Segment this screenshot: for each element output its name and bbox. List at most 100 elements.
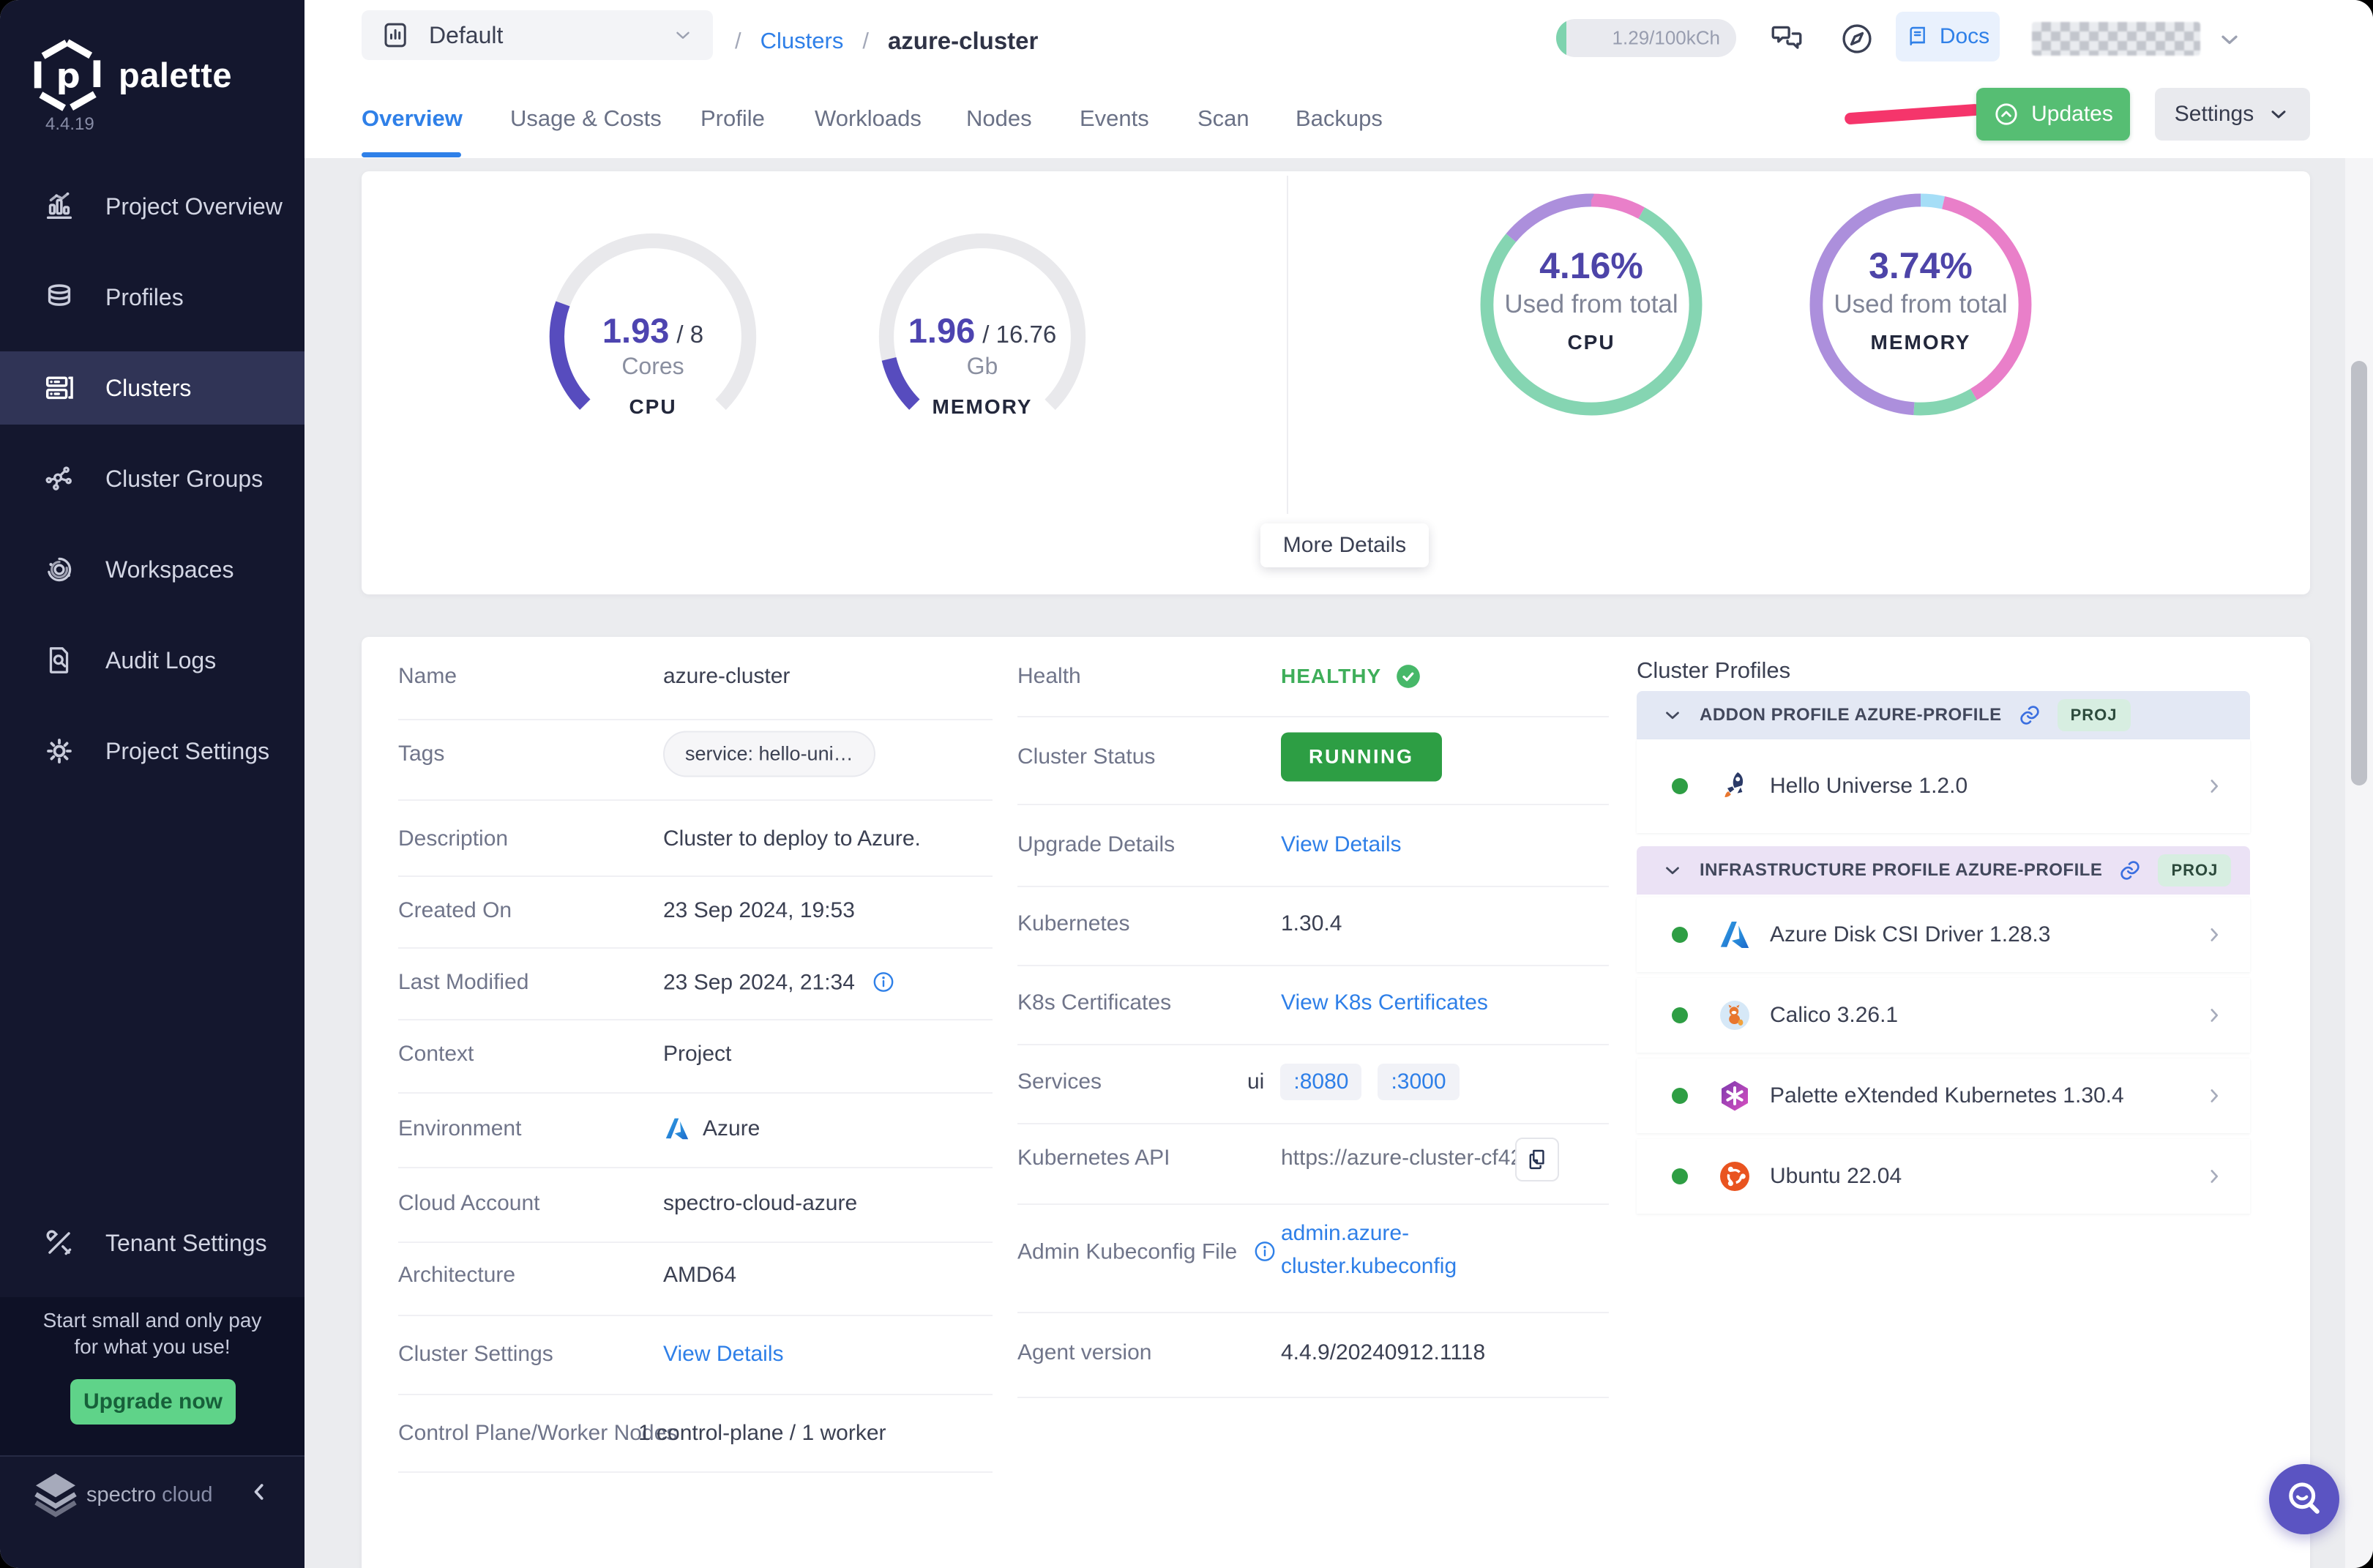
link-icon[interactable] [2018,703,2041,727]
service-port-link[interactable]: :3000 [1378,1064,1459,1100]
sidebar-item-cluster-groups[interactable]: Cluster Groups [0,442,304,515]
layers-icon [42,280,76,314]
tab-workloads[interactable]: Workloads [815,105,922,132]
tag-chip[interactable]: service: hello-uni… [663,731,875,777]
divider [398,1394,993,1395]
upgrade-details-link[interactable]: View Details [1281,832,1402,857]
health-status-badge: HEALTHY [1281,662,1422,690]
more-details-button[interactable]: More Details [1260,523,1429,567]
field-label: Health [1017,664,1081,689]
usage-quota-text: 1.29/100kCh [1612,27,1720,50]
tab-usage-costs[interactable]: Usage & Costs [510,105,662,132]
tab-nodes[interactable]: Nodes [966,105,1032,132]
breadcrumb: / Clusters / azure-cluster [735,0,1038,82]
cluster-settings-link[interactable]: View Details [663,1342,784,1367]
divider [1017,886,1609,887]
compass-icon[interactable] [1839,20,1875,57]
scope-badge: PROJ [2158,854,2231,886]
sidebar-item-clusters[interactable]: Clusters [0,351,304,425]
divider [398,1167,993,1168]
sidebar-item-workspaces[interactable]: Workspaces [0,533,304,606]
copy-icon [1525,1148,1549,1171]
updates-button[interactable]: Updates [1976,88,2130,141]
breadcrumb-separator: / [862,28,869,54]
pack-name: Hello Universe 1.2.0 [1770,774,2203,799]
user-menu-chevron-icon[interactable] [2216,26,2243,53]
tab-scan[interactable]: Scan [1197,105,1249,132]
usage-quota-pill[interactable]: 1.29/100kCh [1556,19,1736,57]
scrollbar-thumb[interactable] [2351,361,2367,785]
rocket-icon [1717,769,1752,804]
tab-overview[interactable]: Overview [362,105,463,132]
upgrade-now-button[interactable]: Upgrade now [70,1379,236,1425]
sidebar-item-label: Profiles [105,284,184,311]
tab-events[interactable]: Events [1080,105,1149,132]
divider [398,1242,993,1243]
orbit-icon [42,553,76,586]
profile-pack-row-azure-csi[interactable]: Azure Disk CSI Driver 1.28.3 [1637,897,2250,972]
created-on-value: 23 Sep 2024, 19:53 [663,898,855,923]
search-fab-button[interactable] [2269,1464,2339,1534]
field-label: Created On [398,898,512,923]
divider [1017,1123,1609,1124]
top-bar: Default / Clusters / azure-cluster 1.29/… [304,0,2373,82]
book-icon [1906,25,1929,48]
info-icon[interactable] [1252,1239,1277,1264]
infrastructure-profile-header[interactable]: INFRASTRUCTURE PROFILE AZURE-PROFILE PRO… [1637,846,2250,895]
chevron-right-icon [2203,1085,2225,1107]
field-label: Agent version [1017,1340,1151,1365]
admin-kubeconfig-link[interactable]: admin.azure-cluster.kubeconfig [1281,1217,1501,1283]
tab-profile[interactable]: Profile [700,105,765,132]
sidebar-item-audit-logs[interactable]: Audit Logs [0,624,304,697]
palette-app: p palette 4.4.19 Project Overview Profil… [0,0,2373,1568]
field-label: Tags [398,742,444,766]
divider [1017,965,1609,966]
field-label: Cluster Settings [398,1342,553,1367]
k8s-certificates-link[interactable]: View K8s Certificates [1281,990,1488,1015]
cluster-tabs-bar: Overview Usage & Costs Profile Workloads… [304,82,2373,158]
pack-name: Palette eXtended Kubernetes 1.30.4 [1770,1083,2203,1108]
nodes-value: 1 control-plane / 1 worker [638,1421,886,1446]
app-logo[interactable]: p palette [32,38,232,111]
sidebar-item-project-settings[interactable]: Project Settings [0,714,304,788]
sidebar-footer: spectro cloud [0,1455,304,1568]
profile-pack-row-calico[interactable]: Calico 3.26.1 [1637,978,2250,1053]
profile-pack-row-hello-universe[interactable]: Hello Universe 1.2.0 [1637,739,2250,833]
user-name-redacted[interactable] [2032,22,2200,56]
sidebar-item-label: Cluster Groups [105,466,263,493]
pack-status-dot [1672,1088,1688,1104]
resource-overview-card: 1.93/ 8 Cores CPU 1.96/ 16.76 Gb MEMORY … [362,171,2310,594]
sidebar-item-profiles[interactable]: Profiles [0,261,304,334]
docs-button[interactable]: Docs [1896,12,2000,61]
tab-backups[interactable]: Backups [1296,105,1383,132]
cpu-donut-percent: 4.16% [1473,244,1710,287]
copy-api-url-button[interactable] [1515,1138,1559,1181]
breadcrumb-link-clusters[interactable]: Clusters [761,28,844,54]
agent-version-value: 4.4.9/20240912.1118 [1281,1340,1485,1365]
app-version: 4.4.19 [45,114,94,135]
chevron-right-icon [2203,1165,2225,1187]
scrollbar-track[interactable] [2345,158,2373,1568]
kubernetes-version-value: 1.30.4 [1281,911,1342,936]
sidebar-item-tenant-settings[interactable]: Tenant Settings [0,1206,304,1280]
field-label: Kubernetes API [1017,1146,1170,1171]
field-label: Description [398,826,508,851]
addon-profile-header[interactable]: ADDON PROFILE AZURE-PROFILE PROJ [1637,691,2250,739]
settings-button[interactable]: Settings [2155,88,2310,141]
divider [1017,1397,1609,1398]
scope-badge: PROJ [2058,699,2131,731]
upgrade-promo: Start small and only pay for what you us… [0,1297,304,1455]
chat-icon[interactable] [1768,20,1805,57]
mini-chart-icon [381,20,411,51]
profile-pack-row-ubuntu[interactable]: Ubuntu 22.04 [1637,1139,2250,1214]
description-value: Cluster to deploy to Azure. [663,826,921,851]
sidebar-item-project-overview[interactable]: Project Overview [0,170,304,243]
sidebar-item-label: Clusters [105,375,191,402]
profile-pack-row-pxk[interactable]: Palette eXtended Kubernetes 1.30.4 [1637,1059,2250,1133]
info-icon[interactable] [871,970,896,995]
collapse-sidebar-icon[interactable] [246,1479,272,1505]
service-port-link[interactable]: :8080 [1280,1064,1361,1100]
link-icon[interactable] [2118,859,2142,882]
memory-gauge-value: 1.96/ 16.76 [868,310,1096,351]
project-selector[interactable]: Default [362,10,713,60]
